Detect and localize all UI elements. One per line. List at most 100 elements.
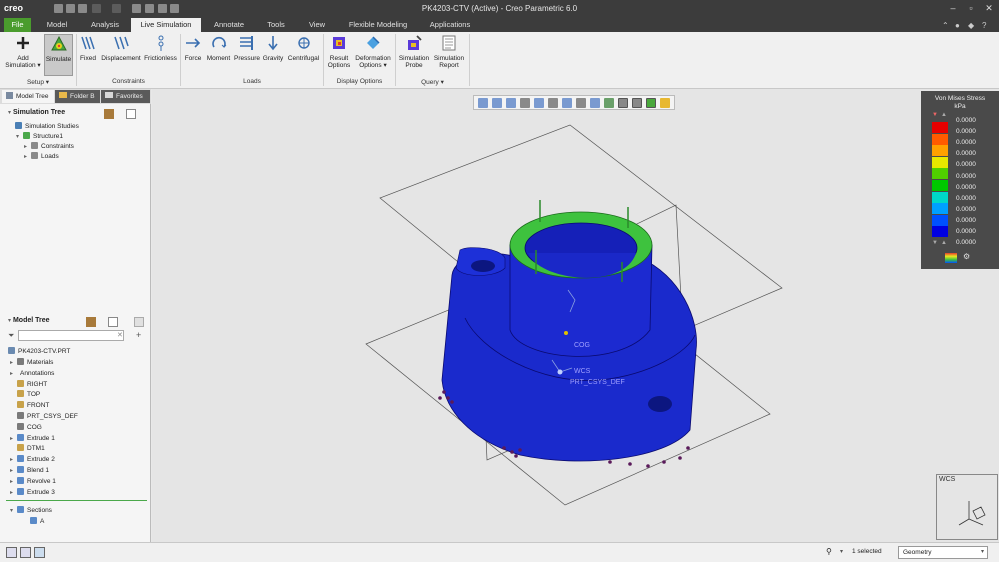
model-root[interactable]: PK4203-CTV.PRT <box>8 347 70 357</box>
tree-settings-icon[interactable] <box>104 109 114 119</box>
deformation-options-button[interactable]: Deformation Options ▾ <box>354 34 392 76</box>
zoom-out-icon[interactable] <box>506 98 516 108</box>
expand-icon[interactable]: ▸ <box>10 477 17 487</box>
model-tree-item[interactable]: DTM1 <box>10 444 150 455</box>
help-icon[interactable]: ? <box>982 21 986 30</box>
annotation-display-icon[interactable] <box>604 98 614 108</box>
find-icon[interactable]: ⚲ <box>826 547 832 556</box>
expand-icon[interactable]: ▸ <box>10 358 17 368</box>
model-tree-item[interactable]: ▸ Extrude 2 <box>10 455 150 466</box>
legend-palette-icon[interactable] <box>945 253 957 263</box>
tab-analysis[interactable]: Analysis <box>84 18 126 32</box>
graphics-viewport[interactable]: COG WCS PRT_CSYS_DEF <box>152 89 999 542</box>
filter-icon[interactable]: ⏷ <box>8 331 14 341</box>
model-tree-item[interactable]: RIGHT <box>10 379 150 391</box>
simulation-tree-item[interactable]: ▾ Structure1 <box>8 132 148 142</box>
expand-icon[interactable]: ▸ <box>10 466 17 476</box>
notifications-icon[interactable]: ● <box>955 21 960 30</box>
selection-filter-dropdown[interactable]: Geometry ▾ <box>898 546 988 559</box>
live-simulation-display-icon[interactable] <box>646 98 656 108</box>
simulate-button[interactable]: Simulate <box>44 34 73 76</box>
simulation-tree-item[interactable]: ▸ Loads <box>8 152 148 162</box>
repaint-icon[interactable] <box>520 98 530 108</box>
displacement-button[interactable]: Displacement <box>100 34 142 76</box>
model-tree-item[interactable]: ▸ Annotations <box>10 369 150 380</box>
fixed-button[interactable]: Fixed <box>78 34 98 76</box>
close-icon[interactable]: ✕ <box>982 3 996 14</box>
model-tree-settings-icon[interactable] <box>86 317 96 327</box>
nav-tab-model-tree[interactable]: Model Tree <box>2 90 54 103</box>
model-tree-search-input[interactable] <box>18 330 124 341</box>
expand-icon[interactable]: ▸ <box>24 152 31 162</box>
group-query[interactable]: Query ▾ <box>396 78 469 88</box>
tab-view[interactable]: View <box>304 18 330 32</box>
tab-annotate[interactable]: Annotate <box>208 18 250 32</box>
simulation-tree-item[interactable]: Simulation Studies <box>8 122 148 132</box>
gravity-button[interactable]: Gravity <box>262 34 284 76</box>
simulation-tree-item[interactable]: ▸ Constraints <box>8 142 148 152</box>
model-tree-item[interactable]: ▸ Materials <box>10 358 150 369</box>
collapse-icon[interactable]: ▾ <box>8 110 11 116</box>
legend-min-arrow-icon[interactable]: ▼ <box>932 240 938 246</box>
full-screen-icon[interactable] <box>34 547 45 558</box>
legend-min-marker-icon[interactable]: ▲ <box>941 240 947 246</box>
simulation-report-button[interactable]: Simulation Report <box>432 34 466 76</box>
add-simulation-button[interactable]: Add Simulation ▾ <box>3 34 43 76</box>
zoom-in-icon[interactable] <box>492 98 502 108</box>
nav-tab-favorites[interactable]: Favorites <box>101 90 150 103</box>
expand-icon[interactable]: ▾ <box>10 506 17 516</box>
spin-center-icon[interactable] <box>618 98 628 108</box>
find-dropdown-icon[interactable]: ▾ <box>840 548 843 555</box>
simulation-probe-button[interactable]: Simulation Probe <box>397 34 431 76</box>
saved-orientations-icon[interactable] <box>548 98 558 108</box>
expand-icon[interactable]: ▸ <box>10 434 17 444</box>
perspective-icon[interactable] <box>576 98 586 108</box>
result-options-button[interactable]: Result Options <box>325 34 353 76</box>
model-tree-item[interactable]: PRT_CSYS_DEF <box>10 411 150 423</box>
legend-max-marker-icon[interactable]: ▼ <box>932 112 938 118</box>
toggle-browser-icon[interactable] <box>20 547 31 558</box>
toggle-navigator-icon[interactable] <box>6 547 17 558</box>
clear-search-icon[interactable]: ✕ <box>117 331 123 339</box>
sections-item[interactable]: ▾ Sections <box>10 506 52 516</box>
model-tree-item[interactable]: ▸ Extrude 3 <box>10 487 150 499</box>
force-button[interactable]: Force <box>182 34 204 76</box>
moment-button[interactable]: Moment <box>205 34 232 76</box>
view-options-icon[interactable]: ◆ <box>968 21 974 30</box>
model-tree-item[interactable]: ▸ Extrude 1 <box>10 433 150 445</box>
expand-icon[interactable]: ▸ <box>24 142 31 152</box>
expand-icon[interactable]: ▸ <box>10 369 17 379</box>
expand-icon[interactable]: ▸ <box>10 455 17 465</box>
tab-live-simulation[interactable]: Live Simulation <box>131 18 201 32</box>
add-filter-icon[interactable]: + <box>136 330 141 340</box>
expand-icon[interactable]: ▸ <box>10 488 17 498</box>
legend-display-icon[interactable] <box>660 98 670 108</box>
refit-icon[interactable] <box>478 98 488 108</box>
maximize-icon[interactable]: ▫ <box>964 3 978 13</box>
datum-display-icon[interactable] <box>590 98 600 108</box>
pressure-button[interactable]: Pressure <box>233 34 261 76</box>
tab-file[interactable]: File <box>4 18 31 32</box>
model-tree-item[interactable]: FRONT <box>10 401 150 412</box>
tab-model[interactable]: Model <box>40 18 74 32</box>
simulation-display-icon[interactable] <box>632 98 642 108</box>
tab-tools[interactable]: Tools <box>262 18 290 32</box>
collapse-icon[interactable]: ▾ <box>8 318 11 324</box>
model-tree-item[interactable]: TOP <box>10 390 150 401</box>
tree-columns-icon[interactable] <box>126 109 136 119</box>
tab-applications[interactable]: Applications <box>424 18 476 32</box>
section-a-item[interactable]: A <box>30 517 44 527</box>
model-tree-item[interactable]: COG <box>10 422 150 434</box>
legend-settings-icon[interactable]: ⚙ <box>963 252 970 261</box>
show-icon[interactable] <box>134 317 144 327</box>
model-tree-item[interactable]: ▸ Blend 1 <box>10 465 150 477</box>
frictionless-button[interactable]: Frictionless <box>143 34 178 76</box>
tab-flexible-modeling[interactable]: Flexible Modeling <box>344 18 412 32</box>
centrifugal-button[interactable]: Centrifugal <box>286 34 321 76</box>
collapse-ribbon-icon[interactable]: ⌃ <box>942 21 949 30</box>
group-setup[interactable]: Setup ▾ <box>0 78 76 88</box>
nav-tab-folder-browser[interactable]: Folder B <box>55 90 100 103</box>
view-manager-icon[interactable] <box>562 98 572 108</box>
model-tree-columns-icon[interactable] <box>108 317 118 327</box>
display-style-icon[interactable] <box>534 98 544 108</box>
